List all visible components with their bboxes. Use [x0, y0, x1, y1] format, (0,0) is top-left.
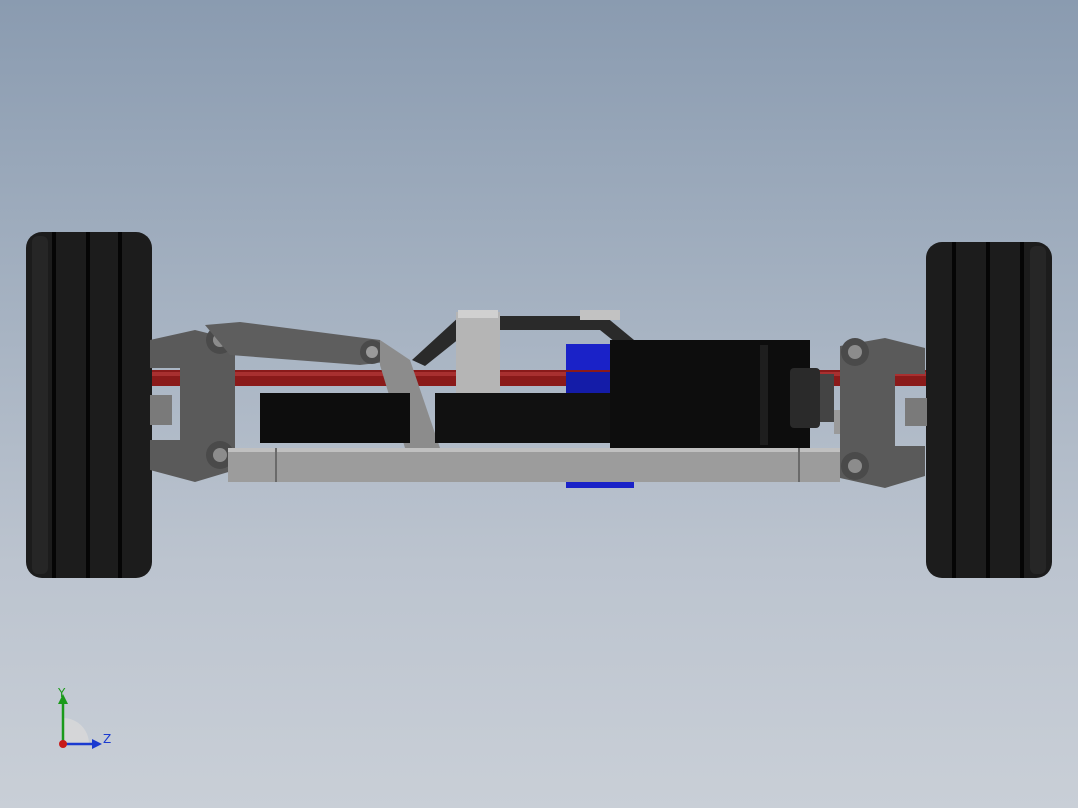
right-knuckle[interactable] [840, 338, 927, 488]
left-wheel[interactable] [26, 232, 152, 578]
blue-block-upper[interactable] [566, 344, 612, 370]
y-axis-label: Y [58, 686, 66, 700]
left-knuckle[interactable] [150, 326, 235, 482]
z-axis-label: Z [103, 732, 112, 746]
drive-motor[interactable] [610, 340, 840, 448]
z-axis-arrowhead [92, 739, 102, 749]
x-axis-dot [59, 740, 67, 748]
chassis-model[interactable] [0, 0, 1078, 808]
triad-arc [63, 718, 89, 744]
servo-body[interactable] [260, 393, 410, 443]
coordinate-triad: Y Z [40, 680, 130, 760]
cad-viewport[interactable]: Y Z [0, 0, 1078, 808]
blue-block-lower[interactable] [566, 372, 612, 394]
servo-body-center[interactable] [435, 393, 610, 443]
lower-beam[interactable] [228, 448, 840, 482]
triad-graphic [58, 694, 102, 749]
shaft-left-cap [458, 310, 498, 318]
right-wheel[interactable] [926, 242, 1052, 578]
shaft-left[interactable] [456, 312, 500, 397]
shaft-right-cap [580, 310, 620, 320]
